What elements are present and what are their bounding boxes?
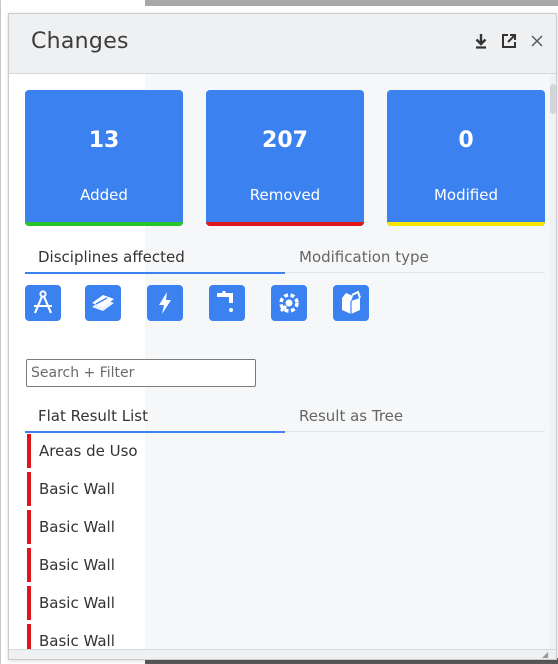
added-indicator — [25, 222, 183, 226]
removed-card[interactable]: 207 Removed — [206, 90, 364, 226]
plumbing-icon[interactable] — [209, 285, 245, 321]
added-card[interactable]: 13 Added — [25, 90, 183, 226]
architecture-icon[interactable] — [25, 285, 61, 321]
list-item-label: Basic Wall — [39, 480, 115, 498]
electrical-icon[interactable] — [147, 285, 183, 321]
modified-count: 0 — [458, 128, 474, 153]
list-item[interactable]: Areas de Uso — [27, 434, 547, 468]
panel-header: Changes — [9, 14, 556, 74]
list-item[interactable]: Basic Wall — [27, 586, 547, 620]
other-icon[interactable] — [333, 285, 369, 321]
list-item-label: Basic Wall — [39, 594, 115, 612]
list-item[interactable]: Basic Wall — [27, 624, 547, 649]
modified-label: Modified — [433, 186, 498, 204]
app-background: Changes 13 Added 207 Removed 0 Modified … — [0, 0, 558, 664]
removed-marker — [27, 624, 31, 649]
removed-indicator — [206, 222, 364, 226]
modified-indicator — [387, 222, 545, 226]
background-divider — [0, 0, 1, 664]
added-label: Added — [80, 186, 128, 204]
list-item[interactable]: Basic Wall — [27, 548, 547, 582]
active-tab-indicator — [25, 272, 285, 274]
removed-marker — [27, 472, 31, 506]
list-item-label: Basic Wall — [39, 556, 115, 574]
scrollbar[interactable] — [550, 74, 556, 649]
removed-marker — [27, 434, 31, 468]
background-window-edge — [145, 0, 558, 6]
resize-grip-icon[interactable]: ◢ — [542, 651, 550, 659]
popout-icon[interactable] — [500, 33, 518, 53]
removed-marker — [27, 586, 31, 620]
search-input[interactable] — [26, 359, 256, 387]
panel-footer: ◢ — [9, 649, 556, 659]
close-icon[interactable] — [528, 33, 546, 53]
list-item[interactable]: Basic Wall — [27, 472, 547, 506]
list-item[interactable]: Basic Wall — [27, 510, 547, 544]
tab-disciplines-affected[interactable]: Disciplines affected — [38, 248, 185, 266]
removed-count: 207 — [262, 128, 308, 153]
tab-modification-type[interactable]: Modification type — [299, 248, 429, 266]
panel-body: 13 Added 207 Removed 0 Modified Discipli… — [9, 74, 556, 649]
structure-icon[interactable] — [85, 285, 121, 321]
download-icon[interactable] — [472, 33, 490, 53]
list-item-label: Basic Wall — [39, 632, 115, 649]
modified-card[interactable]: 0 Modified — [387, 90, 545, 226]
removed-marker — [27, 510, 31, 544]
added-count: 13 — [88, 128, 120, 153]
list-item-label: Areas de Uso — [39, 442, 138, 460]
removed-marker — [27, 548, 31, 582]
list-item-label: Basic Wall — [39, 518, 115, 536]
panel-title: Changes — [31, 29, 129, 54]
discipline-tabs: Disciplines affected Modification type — [25, 242, 545, 274]
scrollbar-thumb[interactable] — [550, 84, 556, 114]
mechanical-icon[interactable] — [271, 285, 307, 321]
result-list: Areas de Uso Basic Wall Basic Wall Basic… — [27, 422, 547, 649]
changes-panel: Changes 13 Added 207 Removed 0 Modified … — [8, 13, 557, 660]
removed-label: Removed — [249, 186, 321, 204]
